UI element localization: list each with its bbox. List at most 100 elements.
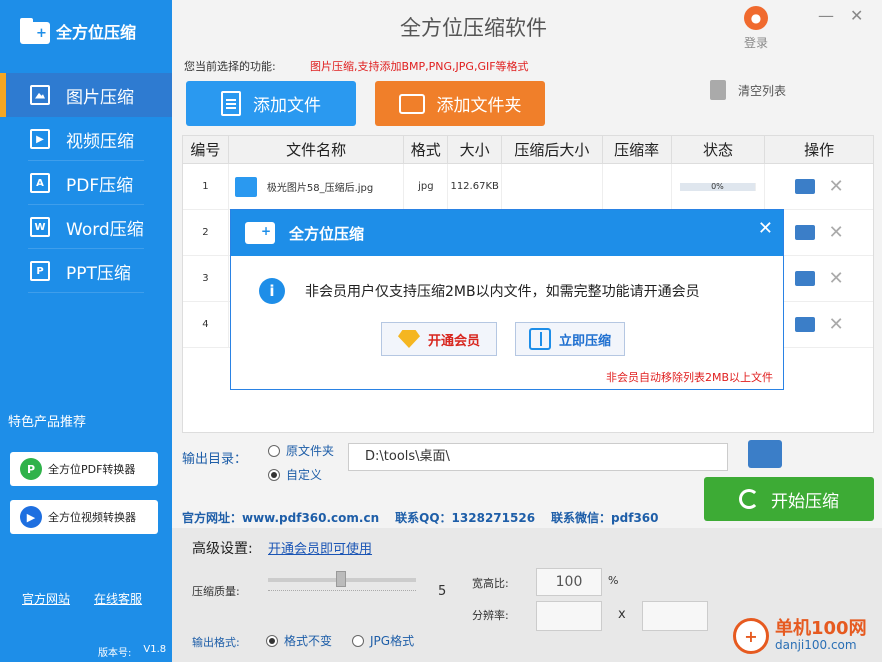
compress-now-button[interactable]: 立即压缩 bbox=[515, 322, 625, 356]
modal-header: 全方位压缩 ✕ bbox=[231, 210, 783, 256]
quality-slider[interactable] bbox=[268, 571, 416, 587]
table-header: 编号 文件名称 格式 大小 压缩后大小 压缩率 状态 操作 bbox=[183, 136, 873, 164]
file-name: 极光图片58_压缩后.jpg bbox=[266, 183, 374, 194]
promo-label: 全方位PDF转换器 bbox=[48, 463, 136, 476]
version-value: V1.8 bbox=[143, 644, 167, 655]
clear-label: 清空列表 bbox=[738, 83, 787, 98]
version-label: 版本号: bbox=[98, 648, 132, 659]
row-number: 4 bbox=[183, 302, 229, 347]
resolution-x: x bbox=[618, 607, 626, 622]
brand: + 全方位压缩 bbox=[20, 18, 136, 44]
open-vip-button[interactable]: 开通会员 bbox=[381, 322, 497, 356]
watermark-logo-icon: + bbox=[733, 618, 769, 654]
clear-list-button[interactable]: 清空列表 bbox=[710, 80, 786, 100]
col-header: 文件名称 bbox=[229, 136, 405, 163]
function-label: 您当前选择的功能: bbox=[184, 60, 276, 73]
open-folder-icon[interactable] bbox=[794, 271, 815, 286]
online-service-link[interactable]: 在线客服 bbox=[94, 590, 142, 607]
col-header: 格式 bbox=[404, 136, 449, 163]
image-icon bbox=[30, 85, 50, 105]
sidebar-item-video[interactable]: ▶ 视频压缩 bbox=[0, 117, 172, 161]
browse-folder-icon[interactable] bbox=[748, 440, 782, 468]
col-header: 状态 bbox=[672, 136, 766, 163]
sidebar-item-image[interactable]: 图片压缩 bbox=[0, 73, 172, 117]
video-converter-icon: ▶ bbox=[20, 506, 42, 528]
footer-links: 官方网站 在线客服 bbox=[22, 590, 142, 607]
row-number: 2 bbox=[183, 210, 229, 255]
sidebar-item-pdf[interactable]: A PDF压缩 bbox=[0, 161, 172, 205]
open-vip-label: 开通会员 bbox=[427, 333, 480, 349]
sidebar-item-label: PPT压缩 bbox=[66, 263, 131, 284]
ops-cell: ✕ bbox=[765, 164, 873, 209]
minimize-icon[interactable]: — bbox=[818, 6, 834, 25]
format-label: 输出格式: bbox=[192, 636, 240, 649]
slider-handle[interactable] bbox=[336, 571, 346, 587]
col-header: 编号 bbox=[183, 136, 229, 163]
quality-value: 5 bbox=[438, 584, 447, 599]
modal-title: 全方位压缩 bbox=[289, 224, 365, 243]
open-folder-icon[interactable] bbox=[794, 179, 815, 194]
remove-icon[interactable]: ✕ bbox=[829, 314, 844, 335]
promo-label: 全方位视频转换器 bbox=[48, 511, 136, 524]
sidebar-item-label: PDF压缩 bbox=[66, 175, 134, 196]
radio-dot bbox=[352, 634, 364, 647]
col-header: 操作 bbox=[804, 141, 835, 159]
resolution-label: 分辨率: bbox=[472, 609, 509, 622]
aspect-unit: % bbox=[608, 574, 619, 587]
radio-custom-folder[interactable]: 自定义 bbox=[268, 466, 322, 483]
remove-icon[interactable]: ✕ bbox=[829, 268, 844, 289]
radio-jpg-format[interactable]: JPG格式 bbox=[352, 632, 414, 649]
radio-keep-format[interactable]: 格式不变 bbox=[266, 632, 332, 649]
login-label: 登录 bbox=[744, 36, 769, 50]
resolution-width-input[interactable] bbox=[536, 601, 602, 631]
version: 版本号: V1.8 bbox=[98, 644, 166, 659]
resolution-height-input[interactable] bbox=[642, 601, 708, 631]
add-folder-label: 添加文件夹 bbox=[436, 96, 522, 116]
sidebar-item-label: Word压缩 bbox=[66, 219, 144, 240]
col-header: 大小 bbox=[448, 136, 503, 163]
status-cell: 0% bbox=[672, 164, 766, 209]
pdf-converter-icon: P bbox=[20, 458, 42, 480]
add-file-button[interactable]: 添加文件 bbox=[186, 81, 356, 126]
row-number: 3 bbox=[183, 256, 229, 301]
advanced-title: 高级设置: bbox=[192, 541, 253, 557]
login-button[interactable]: ● 登录 bbox=[744, 6, 768, 51]
watermark-url: danji100.com bbox=[775, 638, 857, 653]
compression-ratio bbox=[603, 164, 672, 209]
modal-note: 非会员自动移除列表2MB以上文件 bbox=[605, 371, 773, 384]
vip-link[interactable]: 开通会员即可使用 bbox=[268, 538, 372, 557]
sidebar-item-word[interactable]: W Word压缩 bbox=[0, 205, 172, 249]
quality-label: 压缩质量: bbox=[192, 585, 240, 598]
website-text: 官方网址：www.pdf360.com.cn bbox=[182, 511, 380, 525]
radio-label: 自定义 bbox=[286, 468, 323, 482]
add-folder-button[interactable]: 添加文件夹 bbox=[375, 81, 545, 126]
promo-video-converter[interactable]: ▶ 全方位视频转换器 bbox=[10, 500, 158, 534]
promo-pdf-converter[interactable]: P 全方位PDF转换器 bbox=[10, 452, 158, 486]
output-path-field[interactable]: D:\tools\桌面\ bbox=[348, 443, 728, 471]
watermark: + 单机100网 danji100.com bbox=[733, 618, 867, 654]
remove-icon[interactable]: ✕ bbox=[829, 222, 844, 243]
diamond-icon bbox=[397, 330, 420, 348]
radio-dot bbox=[268, 468, 280, 481]
word-icon: W bbox=[30, 217, 50, 237]
app-logo-icon bbox=[245, 222, 275, 244]
radio-dot bbox=[268, 444, 280, 457]
radio-original-folder[interactable]: 原文件夹 bbox=[268, 442, 334, 459]
official-site-link[interactable]: 官方网站 bbox=[22, 590, 70, 607]
row-number: 1 bbox=[183, 164, 229, 209]
aspect-label: 宽高比: bbox=[472, 577, 509, 590]
remove-icon[interactable]: ✕ bbox=[829, 176, 844, 197]
open-folder-icon[interactable] bbox=[794, 317, 815, 332]
image-file-icon bbox=[234, 176, 257, 197]
close-icon[interactable]: ✕ bbox=[850, 6, 863, 25]
aspect-input[interactable]: 100 bbox=[536, 568, 602, 596]
table-row[interactable]: 1 极光图片58_压缩后.jpg jpg 112.67KB 0% ✕ bbox=[183, 164, 873, 210]
app-logo-icon: + bbox=[20, 18, 50, 44]
start-compress-button[interactable]: 开始压缩 bbox=[704, 477, 874, 521]
trash-icon bbox=[710, 80, 726, 100]
pdf-icon: A bbox=[30, 173, 50, 193]
modal-close-icon[interactable]: ✕ bbox=[758, 218, 773, 239]
sidebar-item-ppt[interactable]: P PPT压缩 bbox=[0, 249, 172, 293]
refresh-icon bbox=[739, 489, 759, 509]
open-folder-icon[interactable] bbox=[794, 225, 815, 240]
